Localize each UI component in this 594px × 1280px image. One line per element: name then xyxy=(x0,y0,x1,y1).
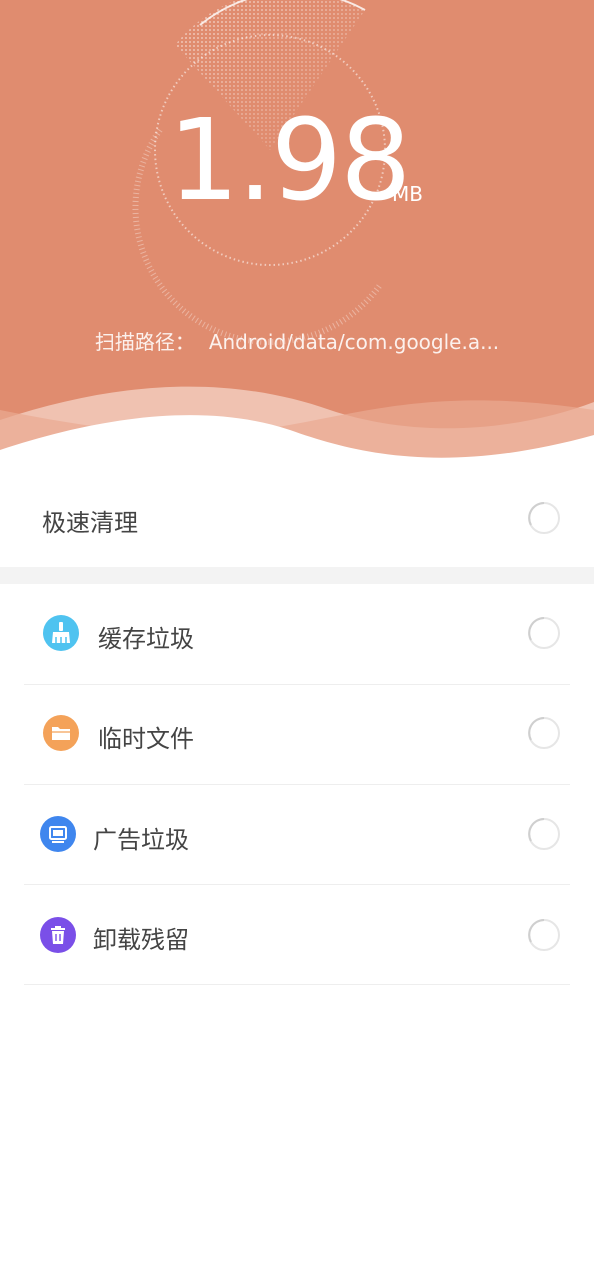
scan-path-value: Android/data/com.google.a... xyxy=(208,330,500,354)
loading-spinner-icon xyxy=(528,502,560,534)
scan-path: 扫描路径： Android/data/com.google.a... xyxy=(0,326,594,355)
section-divider xyxy=(0,567,594,584)
category-label: 卸载残留 xyxy=(93,926,189,954)
category-label: 临时文件 xyxy=(98,725,194,753)
trash-icon xyxy=(40,917,76,953)
quick-clean-row[interactable]: 极速清理 xyxy=(0,470,594,567)
category-row-ad-junk[interactable]: 广告垃圾 xyxy=(0,785,594,885)
loading-spinner-icon xyxy=(528,818,560,850)
loading-spinner-icon xyxy=(528,717,560,749)
loading-spinner-icon xyxy=(528,617,560,649)
category-row-uninstall-residue[interactable]: 卸载残留 xyxy=(0,885,594,985)
loading-spinner-icon xyxy=(528,919,560,951)
category-label: 缓存垃圾 xyxy=(98,625,194,653)
scan-header: 1.98 MB 扫描路径： Android/data/com.google.a..… xyxy=(0,0,594,470)
broom-icon xyxy=(43,615,79,651)
scanned-size-value: 1.98 xyxy=(168,96,411,226)
wave-decoration xyxy=(0,386,594,470)
folder-icon xyxy=(43,715,79,751)
category-row-temp-files[interactable]: 临时文件 xyxy=(0,685,594,785)
scanned-size-unit: MB xyxy=(392,182,423,206)
quick-clean-label: 极速清理 xyxy=(42,509,138,537)
scan-path-label: 扫描路径： xyxy=(94,330,195,354)
monitor-icon xyxy=(40,816,76,852)
row-separator xyxy=(24,984,570,985)
category-label: 广告垃圾 xyxy=(93,826,189,854)
category-row-cache[interactable]: 缓存垃圾 xyxy=(0,584,594,684)
